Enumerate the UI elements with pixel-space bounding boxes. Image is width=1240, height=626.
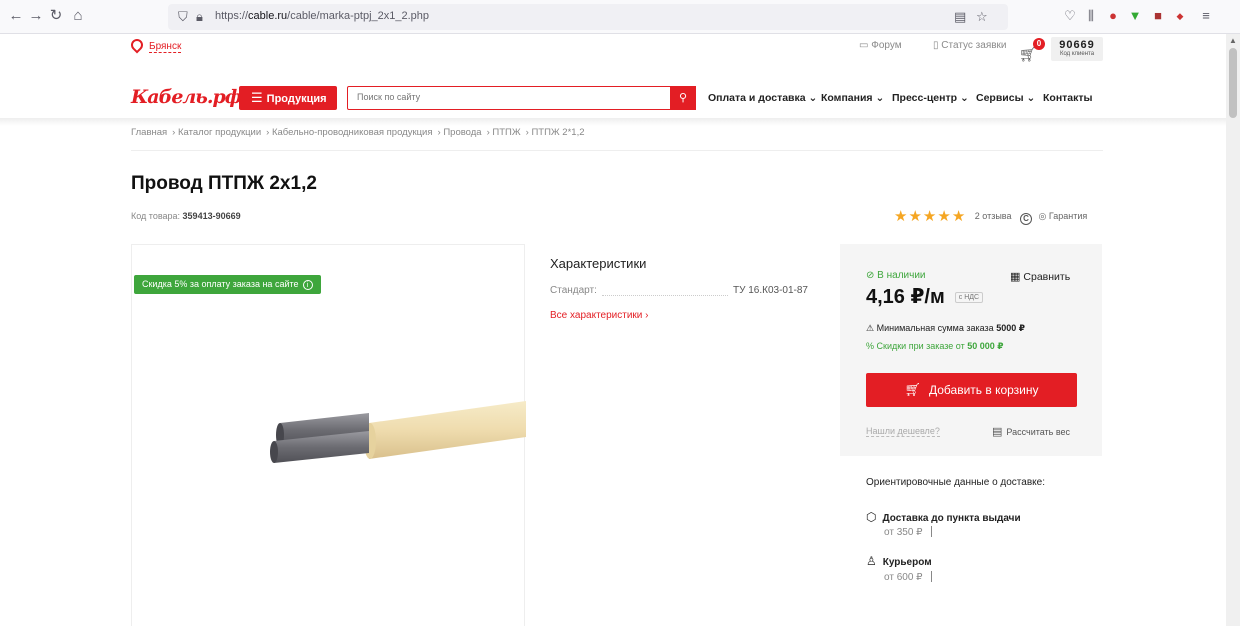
download-extension-icon[interactable]: ▼	[1127, 8, 1143, 24]
vat-label: с НДС	[954, 292, 984, 303]
breadcrumb: Главная › Каталог продукции › Кабельно-про…	[131, 127, 585, 138]
found-cheaper-link[interactable]: Нашли дешевле?	[866, 426, 940, 437]
back-icon[interactable]: ←	[8, 8, 24, 24]
client-code: 90669	[1059, 39, 1095, 51]
site-logo[interactable]: Кабель.рф®	[131, 86, 250, 108]
menu-services[interactable]: Сервисы ⌄	[976, 92, 1035, 104]
star-icon: ★	[908, 208, 922, 225]
scroll-up-icon[interactable]: ▲	[1229, 36, 1237, 45]
pocket-icon[interactable]: ♡	[1062, 8, 1078, 24]
characteristic-row: Стандарт: ТУ 16.К03-01-87	[550, 285, 814, 296]
order-status-link[interactable]: ▯ Статус заявки	[933, 40, 1007, 51]
page-title: Провод ПТПЖ 2х1,2	[131, 173, 317, 194]
header-shadow	[0, 118, 1226, 126]
search-input[interactable]	[357, 92, 657, 102]
breadcrumb-home[interactable]: Главная	[131, 127, 167, 138]
search-button[interactable]: ⚲	[670, 86, 696, 110]
product-code: Код товара: 359413-90669	[131, 211, 241, 221]
page-scrollbar[interactable]: ▲	[1226, 34, 1240, 626]
star-icon: ★	[894, 208, 908, 225]
breadcrumb-ptpzh[interactable]: ПТПЖ	[492, 127, 520, 138]
all-characteristics-link[interactable]: Все характеристики ›	[550, 310, 648, 321]
hamburger-icon: ☰	[251, 90, 263, 105]
compare-icon: ▦	[1010, 271, 1021, 283]
extension-icon[interactable]: ●	[1105, 8, 1121, 24]
library-icon[interactable]: ⫼	[1083, 8, 1099, 24]
compare-button[interactable]: ▦ Сравнить	[1010, 270, 1070, 283]
forward-icon[interactable]: →	[28, 8, 44, 24]
min-order-sum: ⚠ Минимальная сумма заказа 5000 ₽	[866, 323, 1025, 333]
add-to-cart-button[interactable]: 🛒︎ Добавить в корзину	[866, 373, 1077, 407]
reload-icon[interactable]: ↻	[48, 8, 64, 24]
products-menu-button[interactable]: ☰ Продукция	[239, 86, 337, 110]
home-icon[interactable]: ⌂	[70, 8, 86, 24]
star-icon: ★	[937, 208, 951, 225]
reviews-link[interactable]: 2 отзыва	[975, 211, 1012, 221]
cart-icon: 🛒︎	[904, 382, 921, 397]
page: Брянск ▭ Форум ▯ Статус заявки 🛒︎ 0 9066…	[0, 34, 1226, 626]
buy-box: ⊘ В наличии ▦ Сравнить 4,16 ₽/м с НДС ⚠ Ми…	[840, 244, 1102, 456]
rating-block: ★★★★★ 2 отзыва C ◎ Гарантия	[894, 207, 1087, 225]
client-code-label: Код клиента	[1059, 51, 1095, 57]
characteristic-value: ТУ 16.К03-01-87	[733, 285, 808, 296]
chat-icon: ▭	[859, 40, 872, 51]
product-image-panel[interactable]: Скидка 5% за оплату заказа на сайте i	[131, 244, 526, 626]
breadcrumb-catalog[interactable]: Каталог продукции	[178, 127, 261, 138]
menu-payment-delivery[interactable]: Оплата и доставка ⌄	[708, 92, 817, 104]
forum-link[interactable]: ▭ Форум	[859, 40, 902, 51]
star-icon: ★	[951, 208, 966, 225]
copyright-icon: C	[1020, 213, 1033, 225]
box-icon: ⬡	[866, 510, 877, 524]
address-bar[interactable]: ⛉ 🔒︎ https://cable.ru/cable/marka-ptpj_2…	[168, 4, 1008, 30]
product-photo	[270, 401, 526, 463]
menu-contacts[interactable]: Контакты	[1043, 92, 1093, 104]
breadcrumb-current: ПТПЖ 2*1,2	[531, 127, 585, 138]
in-stock-status: ⊘ В наличии	[866, 270, 926, 281]
menu-company[interactable]: Компания ⌄	[821, 92, 884, 104]
percent-icon: %	[866, 341, 877, 351]
menu-icon[interactable]: ≡	[1198, 8, 1214, 24]
check-circle-icon: ⊘	[866, 270, 878, 281]
characteristic-label: Стандарт:	[550, 285, 597, 296]
characteristics-title: Характеристики	[550, 256, 647, 271]
client-code-box: 90669 Код клиента	[1051, 37, 1103, 61]
calculator-icon: ▤	[992, 426, 1003, 438]
city-label[interactable]: Брянск	[149, 41, 182, 53]
star-icon: ★	[922, 208, 937, 225]
delivery-pickup: ⬡ Доставка до пункта выдачи	[866, 510, 1021, 524]
menu-press-center[interactable]: Пресс-центр ⌄	[892, 92, 969, 104]
search-icon: ⚲	[678, 92, 688, 104]
delivery-title: Ориентировочные данные о доставке:	[866, 477, 1045, 488]
search-box[interactable]: ⚲	[347, 86, 696, 110]
breadcrumb-wires[interactable]: Провода	[443, 127, 481, 138]
volume-discounts[interactable]: % Скидки при заказе от 50 000 ₽	[866, 341, 1004, 352]
cart-button[interactable]: 🛒︎ 0	[1019, 38, 1045, 62]
breadcrumb-cable-products[interactable]: Кабельно-проводниковая продукция	[272, 127, 433, 138]
reader-view-icon[interactable]: ▤	[954, 9, 966, 25]
url-text[interactable]: https://cable.ru/cable/marka-ptpj_2x1_2.…	[215, 10, 429, 22]
cart-count-badge: 0	[1033, 38, 1045, 50]
addon-icon[interactable]: ■	[1150, 8, 1166, 24]
order-status-label[interactable]: Статус заявки	[941, 40, 1006, 51]
city-selector[interactable]: Брянск	[128, 36, 182, 54]
bookmark-star-icon[interactable]: ☆	[976, 9, 988, 25]
scroll-thumb[interactable]	[1229, 48, 1237, 118]
courier-icon: ♙	[866, 554, 877, 568]
lock-icon[interactable]: 🔒︎	[196, 9, 203, 25]
browser-toolbar: ← → ↻ ⌂ ⛉ 🔒︎ https://cable.ru/cable/mark…	[0, 0, 1240, 34]
shield-icon[interactable]: ⛉	[178, 9, 188, 25]
location-pin-icon	[128, 36, 146, 54]
delivery-pickup-price: от 350 ₽	[884, 526, 932, 538]
forum-label[interactable]: Форум	[871, 40, 901, 51]
guarantee-link[interactable]: ◎ Гарантия	[1039, 211, 1088, 221]
delivery-courier-price: от 600 ₽	[884, 571, 932, 583]
price: 4,16 ₽/м с НДС	[866, 284, 984, 309]
delivery-courier: ♙ Курьером	[866, 554, 932, 568]
divider	[131, 150, 1103, 151]
warning-icon: ⚠	[866, 323, 877, 333]
addon-small-icon[interactable]: ◆	[1172, 8, 1188, 24]
calculate-weight-link[interactable]: ▤ Рассчитать вес	[992, 425, 1070, 438]
